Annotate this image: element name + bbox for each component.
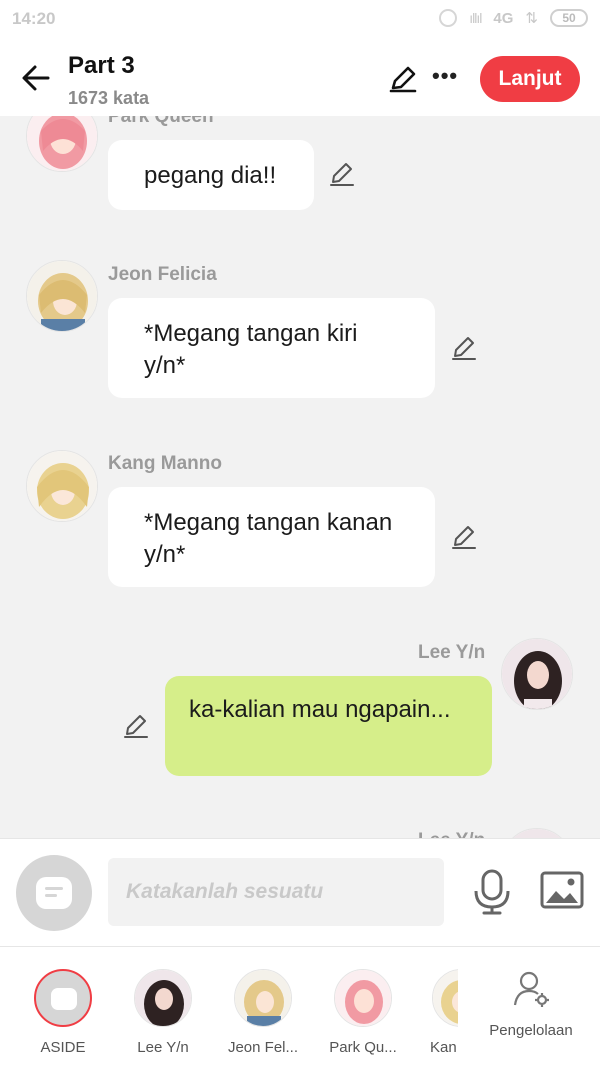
message-text: *Megang tangan kanan y/n* bbox=[144, 509, 393, 568]
aside-toggle-button[interactable] bbox=[16, 855, 92, 931]
message-bubble[interactable]: pegang dia!! bbox=[108, 140, 314, 210]
manage-characters-button[interactable]: Pengelolaan bbox=[486, 969, 576, 1039]
word-count: 1673 kata bbox=[68, 88, 150, 108]
message-text: ka-kalian mau ngapain... bbox=[189, 696, 451, 723]
character-label: Kan bbox=[430, 1039, 457, 1056]
edit-message-icon[interactable] bbox=[328, 160, 356, 188]
character-aside[interactable]: ASIDE bbox=[23, 969, 103, 1056]
avatar bbox=[234, 969, 292, 1027]
message-text: *Megang tangan kiri y/n* bbox=[144, 320, 358, 379]
character-label: Jeon Fel... bbox=[227, 1039, 299, 1056]
sender-name: Jeon Felicia bbox=[108, 264, 217, 285]
notification-icon bbox=[439, 9, 458, 27]
message-bubble[interactable]: ka-kalian mau ngapain... bbox=[165, 676, 492, 776]
more-options-icon[interactable]: ••• bbox=[432, 64, 462, 94]
status-bar: 14:20 ıllıl 4G ⇅ 50 bbox=[0, 0, 600, 40]
avatar-lee-yn bbox=[501, 828, 573, 838]
edit-message-icon[interactable] bbox=[450, 523, 478, 551]
message-input[interactable] bbox=[108, 858, 444, 926]
microphone-icon[interactable] bbox=[472, 869, 512, 915]
character-lee-yn[interactable]: Lee Y/n bbox=[123, 969, 203, 1056]
next-button[interactable]: Lanjut bbox=[480, 56, 580, 102]
edit-pencil-icon[interactable] bbox=[388, 64, 418, 94]
avatar-jeon-felicia bbox=[26, 260, 98, 332]
character-label: ASIDE bbox=[40, 1039, 86, 1056]
network-label: 4G bbox=[493, 9, 514, 27]
sender-name: Lee Y/n bbox=[418, 830, 485, 838]
data-arrows-icon: ⇅ bbox=[525, 10, 538, 27]
message-bubble[interactable]: *Megang tangan kanan y/n* bbox=[108, 487, 435, 587]
story-header: Part 3 1673 kata ••• Lanjut bbox=[0, 40, 600, 116]
composer-bar bbox=[0, 838, 600, 946]
sender-name: Park Queen bbox=[108, 116, 214, 127]
avatar-park-queen bbox=[26, 116, 98, 172]
image-icon[interactable] bbox=[540, 871, 584, 911]
message-bubble[interactable]: *Megang tangan kiri y/n* bbox=[108, 298, 435, 398]
character-label: Park Qu... bbox=[329, 1039, 397, 1056]
management-label: Pengelolaan bbox=[489, 1022, 573, 1039]
character-park-queen[interactable]: Park Qu... bbox=[323, 969, 403, 1056]
chat-bubble-icon bbox=[51, 988, 77, 1010]
message-text: pegang dia!! bbox=[144, 162, 277, 189]
back-arrow-icon[interactable] bbox=[18, 60, 54, 96]
avatar bbox=[134, 969, 192, 1027]
sender-name: Kang Manno bbox=[108, 453, 222, 474]
status-time: 14:20 bbox=[12, 9, 56, 28]
edit-message-icon[interactable] bbox=[450, 334, 478, 362]
chat-bubble-icon bbox=[36, 877, 72, 909]
edit-message-icon[interactable] bbox=[122, 712, 150, 740]
character-bar: ASIDE Lee Y/n Jeon Fel... Park Qu... Kan… bbox=[0, 946, 600, 1067]
sender-name: Lee Y/n bbox=[418, 642, 486, 663]
character-jeon-felicia[interactable]: Jeon Fel... bbox=[223, 969, 303, 1056]
chat-area[interactable]: Park Queen pegang dia!! Jeon Felicia *Me… bbox=[0, 116, 600, 838]
avatar bbox=[432, 969, 458, 1027]
avatar bbox=[334, 969, 392, 1027]
character-kang-manno[interactable]: Kan bbox=[406, 969, 458, 1056]
avatar-kang-manno bbox=[26, 450, 98, 522]
page-title: Part 3 bbox=[68, 52, 135, 79]
character-label: Lee Y/n bbox=[137, 1039, 189, 1056]
avatar-lee-yn bbox=[501, 638, 573, 710]
battery-icon: 50 bbox=[550, 9, 588, 27]
signal-icon: ıllıl bbox=[469, 10, 482, 26]
person-settings-icon bbox=[513, 971, 549, 1007]
